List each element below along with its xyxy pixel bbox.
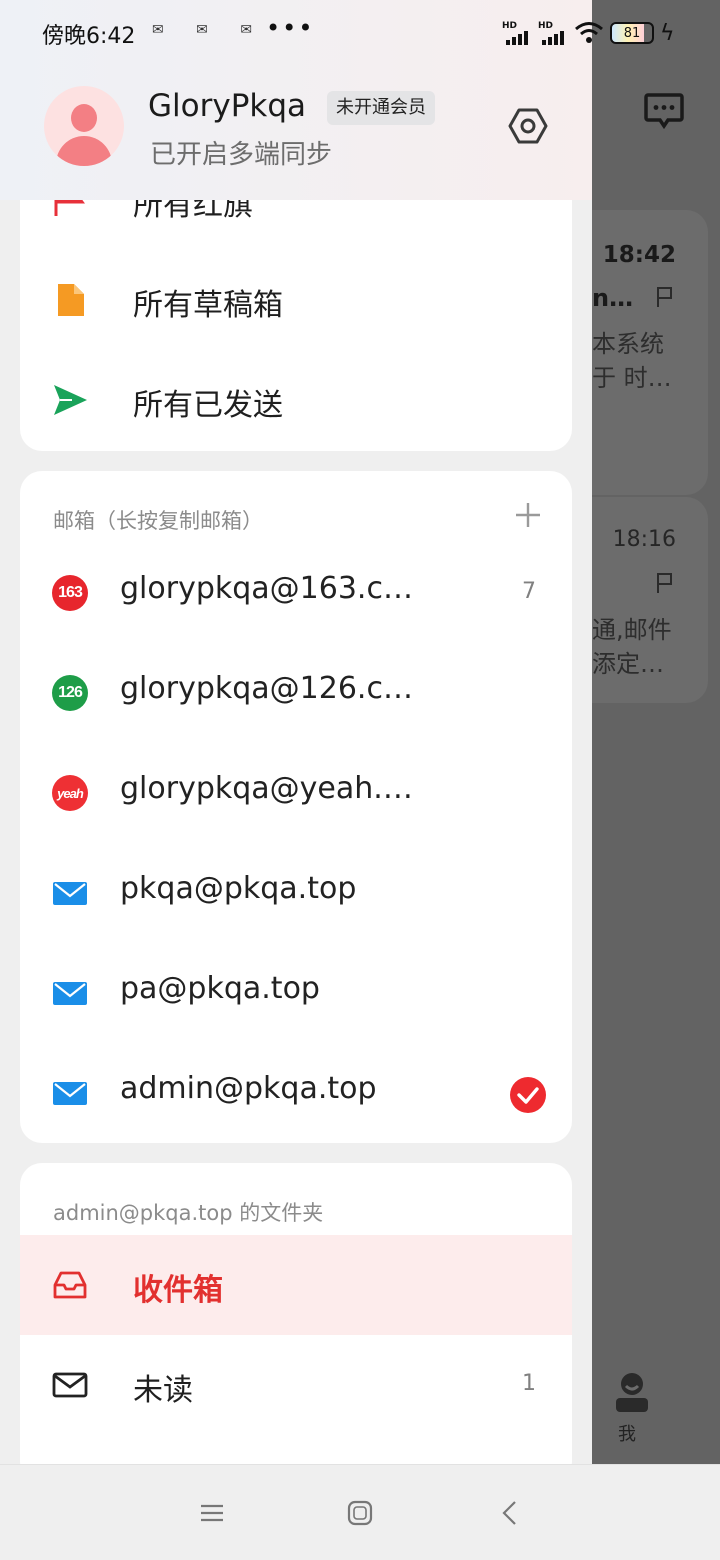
mailbox-item-pa[interactable]: pa@pkqa.top <box>20 943 572 1043</box>
chat-icon <box>644 93 684 130</box>
vip-status-badge[interactable]: 未开通会员 <box>327 91 435 125</box>
mailbox-item-163[interactable]: 163 glorypkqa@163.com 7 <box>20 543 572 643</box>
flag-icon <box>657 287 672 307</box>
sync-status: 已开启多端同步 <box>150 140 333 170</box>
mailbox-item-admin[interactable]: admin@pkqa.top <box>20 1043 572 1143</box>
mailboxes-card: 邮箱（长按复制邮箱） 163 glorypkqa@163.com 7 126 g… <box>20 471 572 1143</box>
all-sent-item[interactable]: 所有已发送 <box>20 350 572 450</box>
mailboxes-title: 邮箱（长按复制邮箱） <box>53 509 263 533</box>
netease-163-logo-icon: 163 <box>52 575 88 611</box>
mailbox-address: admin@pkqa.top <box>120 1071 377 1106</box>
system-nav-bar <box>0 1464 720 1560</box>
folders-card: admin@pkqa.top 的文件夹 收件箱 未读 1 <box>20 1163 572 1464</box>
netease-yeah-logo-icon: yeah <box>52 775 88 811</box>
mail-time: 18:16 <box>612 527 676 552</box>
back-nav-icon[interactable] <box>496 1499 524 1527</box>
me-tab-label: 我 <box>618 1424 636 1445</box>
envelope-icon <box>53 982 87 1005</box>
mailbox-address: pa@pkqa.top <box>120 971 320 1006</box>
netease-126-logo-icon: 126 <box>52 675 88 711</box>
mailbox-item-pkqa[interactable]: pkqa@pkqa.top <box>20 843 572 943</box>
all-drafts-label: 所有草稿箱 <box>133 288 283 323</box>
add-mailbox-plus-icon[interactable] <box>514 501 542 529</box>
draft-icon <box>58 284 84 316</box>
mail-time: 18:42 <box>602 242 676 268</box>
folders-title: admin@pkqa.top 的文件夹 <box>53 1201 324 1225</box>
mail-preview: 于 时… <box>592 364 672 392</box>
account-drawer: 所有红旗 所有草稿箱 所有已发送 GloryPkqa 未开通会员 已开启多端同步… <box>0 0 592 1464</box>
battery-icon: 81 <box>610 22 654 44</box>
avatar[interactable] <box>44 86 124 166</box>
home-nav-icon[interactable] <box>346 1499 374 1527</box>
all-drafts-item[interactable]: 所有草稿箱 <box>20 250 572 350</box>
all-sent-label: 所有已发送 <box>133 388 283 423</box>
mail-preview: 通,邮件 <box>592 616 672 644</box>
mail-preview: 本系统 <box>592 330 664 358</box>
me-tab-icon[interactable] <box>612 1370 652 1414</box>
folder-inbox-label: 收件箱 <box>133 1273 223 1308</box>
mail-outline-icon <box>52 1372 88 1398</box>
menu-nav-icon[interactable] <box>198 1499 226 1527</box>
folder-unread[interactable]: 未读 1 <box>20 1335 572 1435</box>
folder-unread-label: 未读 <box>133 1373 193 1408</box>
envelope-icon <box>53 882 87 905</box>
more-notifications-icon: ••• <box>266 14 315 42</box>
mail-subject: n… <box>592 284 634 312</box>
system-icons: HD HD 81 ϟ <box>502 20 675 46</box>
mail-preview: 添定… <box>592 650 664 678</box>
clock: 傍晚6:42 <box>42 24 136 49</box>
folder-inbox[interactable]: 收件箱 <box>20 1235 572 1335</box>
unread-count: 1 <box>522 1371 536 1396</box>
wifi-icon <box>575 22 603 43</box>
unread-count: 7 <box>522 579 536 604</box>
signal-icon: HD <box>538 21 568 45</box>
flag-icon <box>657 573 672 593</box>
mailbox-address: glorypkqa@yeah.net <box>120 771 420 806</box>
mailbox-address: glorypkqa@163.com <box>120 571 420 606</box>
mailbox-item-126[interactable]: 126 glorypkqa@126.com <box>20 643 572 743</box>
charging-icon: ϟ <box>660 20 675 46</box>
mailbox-address: glorypkqa@126.com <box>120 671 420 706</box>
settings-gear-icon[interactable] <box>506 104 550 148</box>
mailbox-item-yeah[interactable]: yeah glorypkqa@yeah.net <box>20 743 572 843</box>
envelope-icon <box>53 1082 87 1105</box>
battery-level: 81 <box>623 25 641 41</box>
send-icon <box>54 385 87 415</box>
status-bar: 傍晚6:42 ✉ ✉ ✉ ••• HD HD 81 ϟ <box>0 0 720 66</box>
signal-icon: HD <box>502 21 532 45</box>
mailbox-address: pkqa@pkqa.top <box>120 871 357 906</box>
notification-icons: ✉ ✉ ✉ <box>152 22 267 38</box>
username[interactable]: GloryPkqa <box>148 88 306 124</box>
selected-check-icon <box>510 1077 546 1113</box>
inbox-tray-icon <box>53 1271 87 1299</box>
